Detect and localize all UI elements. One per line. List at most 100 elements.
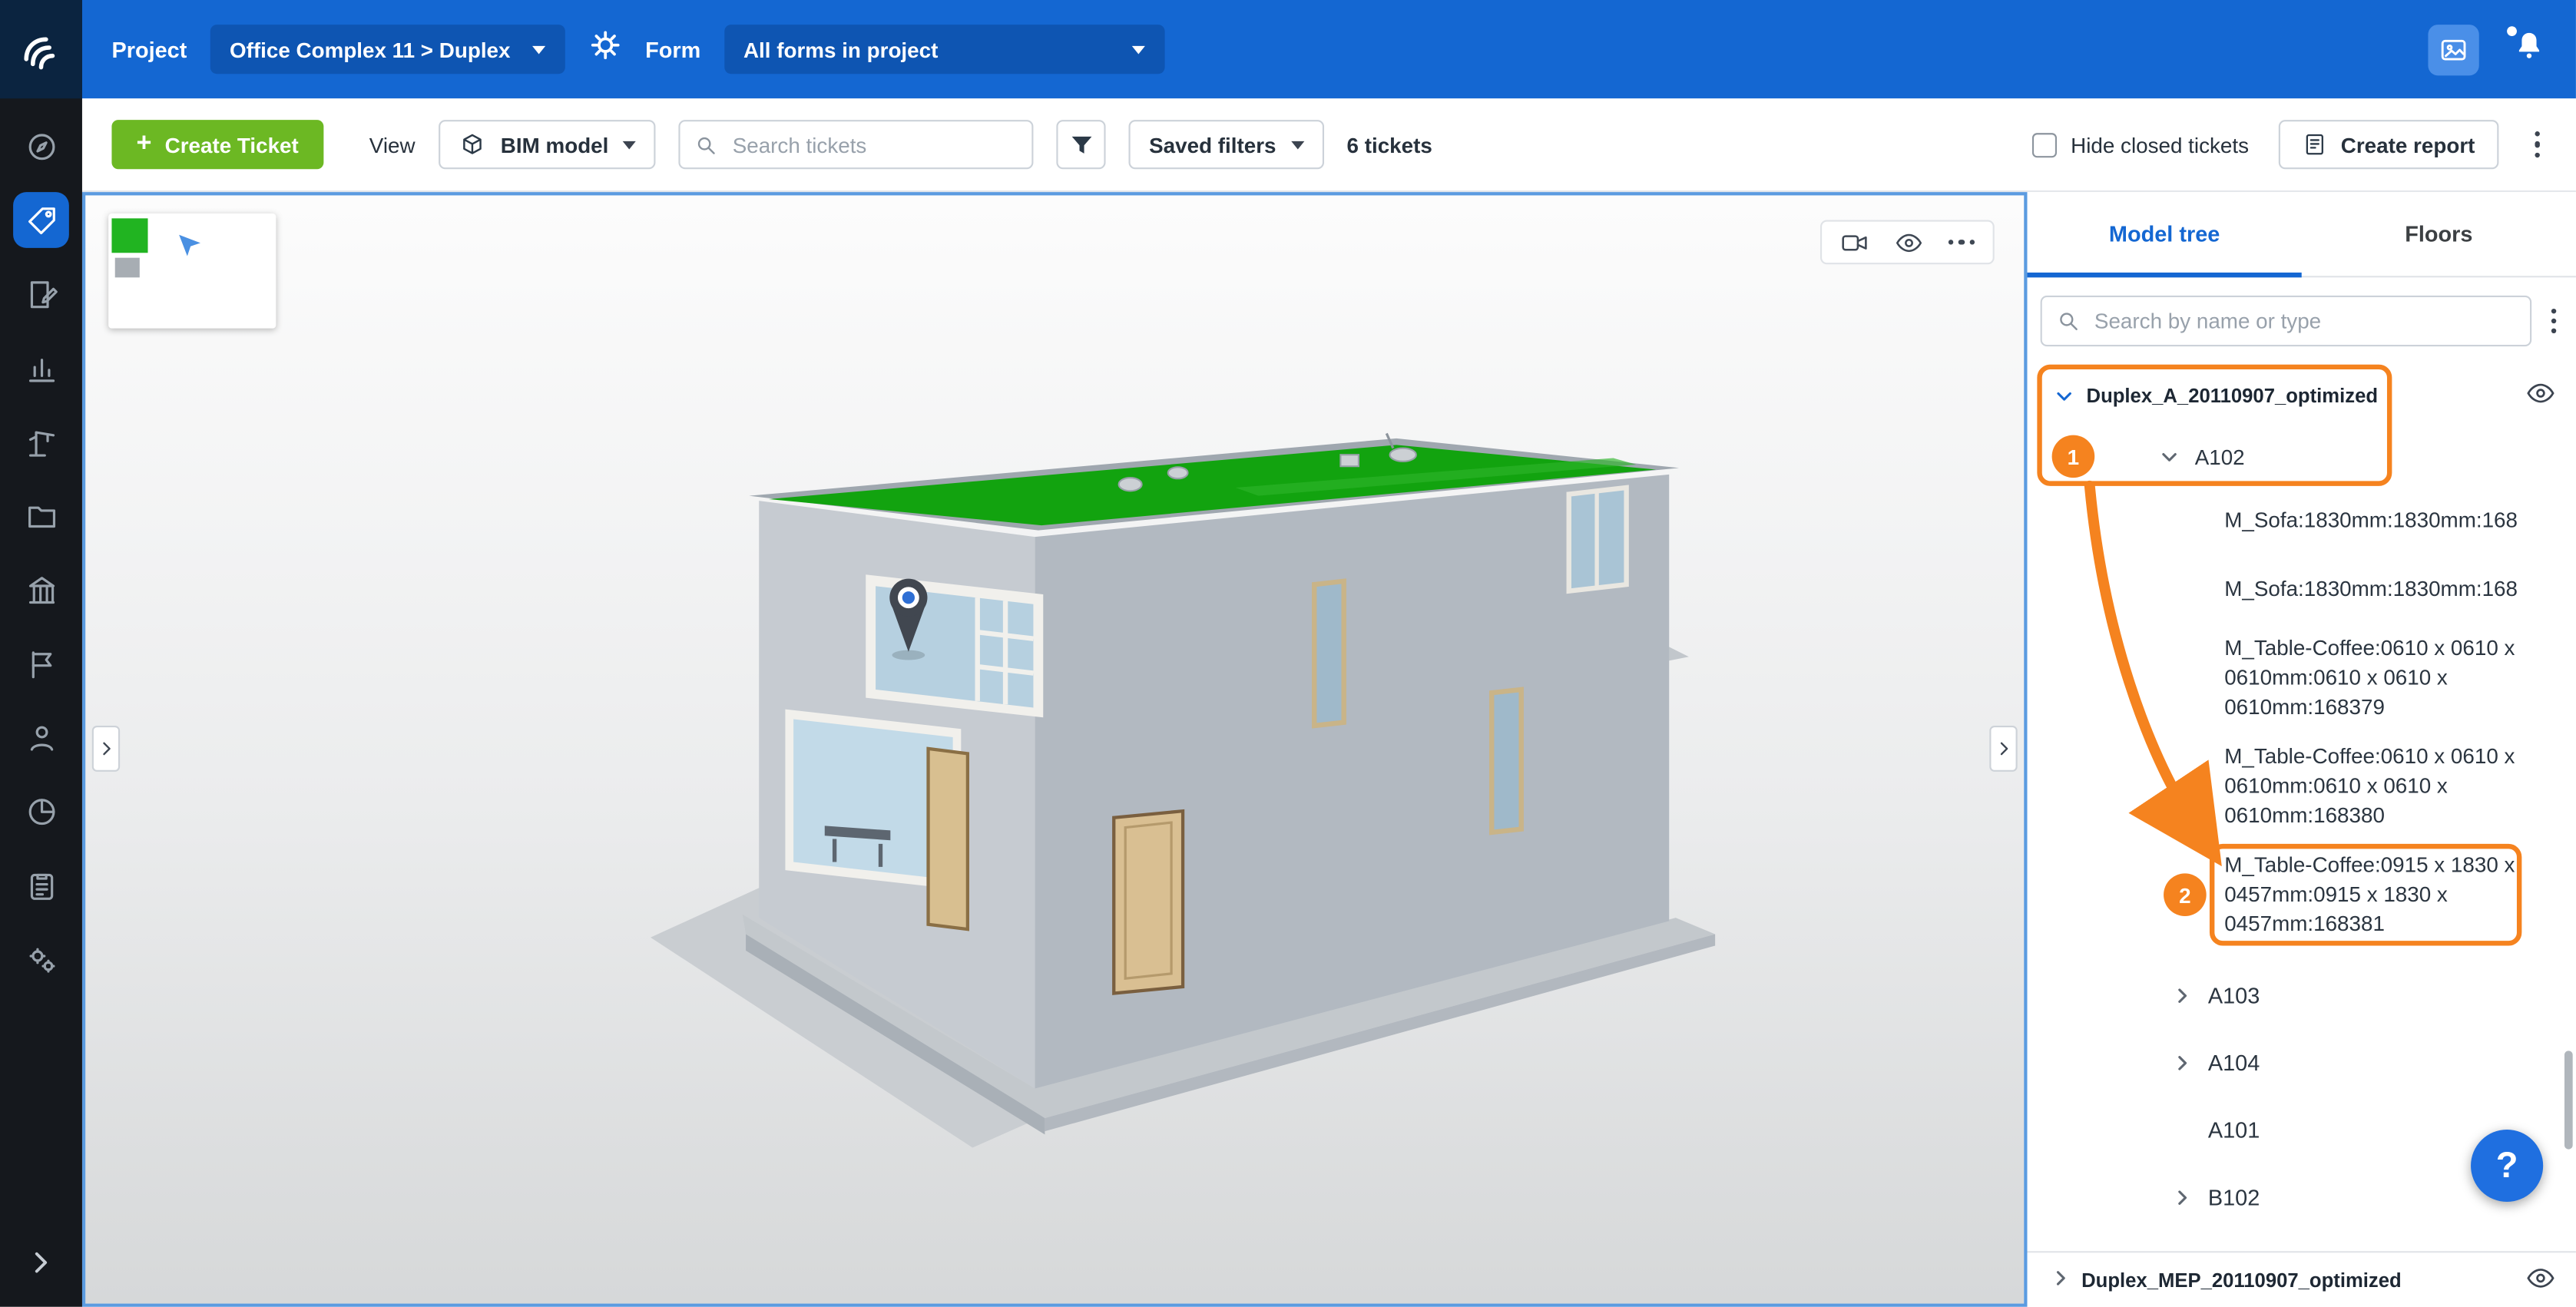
project-select[interactable]: Office Complex 11 > Duplex (210, 25, 565, 74)
tree-node-label: A101 (2208, 1118, 2260, 1143)
sidebar-item-people[interactable] (13, 710, 69, 766)
tab-model-tree[interactable]: Model tree (2028, 192, 2302, 276)
sidebar-item-tasks[interactable] (13, 266, 69, 322)
tree-node-a103[interactable]: A103 (2028, 962, 2576, 1030)
tree-leaf-table-2[interactable]: M_Table-Coffee:0610 x 0610 x 0610mm:0610… (2028, 733, 2576, 841)
panel-scrollbar[interactable] (2564, 1051, 2573, 1149)
chevron-down-icon (532, 45, 545, 54)
tree-node-label: Duplex_MEP_20110907_optimized (2081, 1269, 2402, 1292)
visibility-eye-icon[interactable] (2525, 1262, 2557, 1298)
create-ticket-button[interactable]: + Create Ticket (111, 120, 323, 169)
toolbar-right-actions: Hide closed tickets Create report (2033, 120, 2547, 169)
bar-chart-icon (24, 350, 58, 385)
chevron-down-icon[interactable] (2155, 445, 2181, 467)
sidebar-expand-button[interactable] (28, 1249, 54, 1307)
tree-options-menu[interactable] (2545, 302, 2563, 339)
chevron-right-icon[interactable] (2168, 1052, 2194, 1074)
tasks-pen-icon (24, 276, 58, 311)
clipboard-icon (24, 868, 58, 902)
chevron-down-icon[interactable] (2050, 385, 2076, 406)
hide-closed-label: Hide closed tickets (2071, 132, 2249, 157)
visibility-eye-icon[interactable] (1893, 227, 1923, 256)
person-icon (24, 720, 58, 755)
tab-floors[interactable]: Floors (2302, 192, 2576, 276)
ticket-search (679, 120, 1034, 169)
visibility-eye-icon[interactable] (2525, 378, 2557, 414)
tree-search-input[interactable] (2091, 307, 2515, 335)
tree-node-a104[interactable]: A104 (2028, 1030, 2576, 1097)
viewport-toolbar (1819, 220, 1995, 264)
filter-button[interactable] (1057, 120, 1106, 169)
project-settings-button[interactable] (588, 28, 622, 71)
app-window: Project Office Complex 11 > Duplex Form … (0, 0, 2576, 1307)
sidebar-item-compass[interactable] (13, 118, 69, 174)
view-label: View (369, 132, 416, 157)
chevron-down-icon (624, 141, 637, 149)
hide-closed-checkbox[interactable] (2033, 132, 2058, 157)
tree-leaf-label: M_Table-Coffee:0610 x 0610 x 0610mm:0610… (2224, 634, 2517, 722)
gear-icon (588, 28, 622, 62)
tree-leaf-sofa-1[interactable]: M_Sofa:1830mm:1830mm:168 (2028, 486, 2576, 555)
tree-search (2041, 296, 2532, 346)
tree-node-root[interactable]: Duplex_A_20110907_optimized (2028, 365, 2576, 427)
view-mode-select[interactable]: BIM model (439, 120, 657, 169)
folder-icon (24, 498, 58, 533)
chevron-right-icon[interactable] (2168, 985, 2194, 1007)
bim-3d-viewport[interactable] (82, 192, 2028, 1307)
saved-filters-select[interactable]: Saved filters (1129, 120, 1323, 169)
bell-icon (2512, 28, 2547, 62)
sidebar-item-settings[interactable] (13, 931, 69, 987)
viewport-more-menu[interactable] (1948, 240, 1975, 245)
tree-leaf-label: M_Table-Coffee:0915 x 1830 x 0457mm:0915… (2224, 850, 2517, 938)
gears-icon (24, 941, 58, 976)
ticket-count: 6 tickets (1347, 132, 1432, 157)
flag-icon (24, 646, 58, 680)
sidebar-item-site[interactable] (13, 414, 69, 470)
chevron-right-icon[interactable] (2050, 1266, 2071, 1292)
toolbar-more-menu[interactable] (2528, 124, 2547, 164)
form-select[interactable]: All forms in project (723, 25, 1164, 74)
compass-icon (24, 129, 58, 164)
tree-node-label: A104 (2208, 1051, 2260, 1075)
sidebar-item-analytics[interactable] (13, 340, 69, 396)
create-report-label: Create report (2341, 132, 2475, 157)
left-panel-expand-button[interactable] (92, 726, 120, 772)
tree-node-label: A103 (2208, 984, 2260, 1008)
chevron-down-icon (1291, 141, 1304, 149)
app-logo[interactable] (0, 0, 82, 98)
project-select-value: Office Complex 11 > Duplex (230, 37, 511, 61)
chevron-down-icon (1131, 45, 1144, 54)
camera-view-icon[interactable] (1839, 227, 1869, 256)
notification-dot (2507, 26, 2517, 36)
help-button[interactable]: ? (2471, 1130, 2543, 1202)
project-label: Project (111, 37, 187, 61)
tree-leaf-table-1[interactable]: M_Table-Coffee:0610 x 0610 x 0610mm:0610… (2028, 624, 2576, 732)
tree-node-label: A102 (2195, 444, 2245, 468)
view-mode-value: BIM model (501, 132, 609, 157)
sidebar-item-forms[interactable] (13, 857, 69, 913)
tree-leaf-sofa-2[interactable]: M_Sofa:1830mm:1830mm:168 (2028, 555, 2576, 624)
create-report-button[interactable]: Create report (2278, 120, 2498, 169)
tree-node-a102[interactable]: A102 (2028, 427, 2576, 486)
funnel-icon (1068, 131, 1095, 158)
plus-icon: + (137, 131, 152, 157)
right-panel-collapse-button[interactable] (1989, 726, 2017, 772)
sidebar-item-flags[interactable] (13, 635, 69, 691)
building-icon (24, 572, 58, 607)
topbar-right-actions (2428, 24, 2546, 74)
sidebar-item-reports[interactable] (13, 783, 69, 839)
chevron-right-icon (1995, 740, 2011, 756)
sidebar-item-specs[interactable] (13, 561, 69, 617)
tree-node-root-mep[interactable]: Duplex_MEP_20110907_optimized (2028, 1251, 2576, 1307)
hide-closed-toggle[interactable]: Hide closed tickets (2033, 132, 2249, 157)
tree-leaf-table-3-highlighted[interactable]: M_Table-Coffee:0915 x 1830 x 0457mm:0915… (2028, 841, 2576, 949)
model-viewer-button[interactable] (2428, 24, 2478, 74)
sidebar-item-files[interactable] (13, 488, 69, 544)
chevron-right-icon[interactable] (2168, 1187, 2194, 1209)
notifications-button[interactable] (2512, 28, 2547, 71)
ticket-search-input[interactable] (729, 131, 1018, 158)
minimap[interactable] (108, 213, 276, 329)
chevron-right-icon (98, 740, 114, 756)
chevron-right-icon (28, 1249, 54, 1276)
sidebar-item-tickets[interactable] (13, 192, 69, 248)
